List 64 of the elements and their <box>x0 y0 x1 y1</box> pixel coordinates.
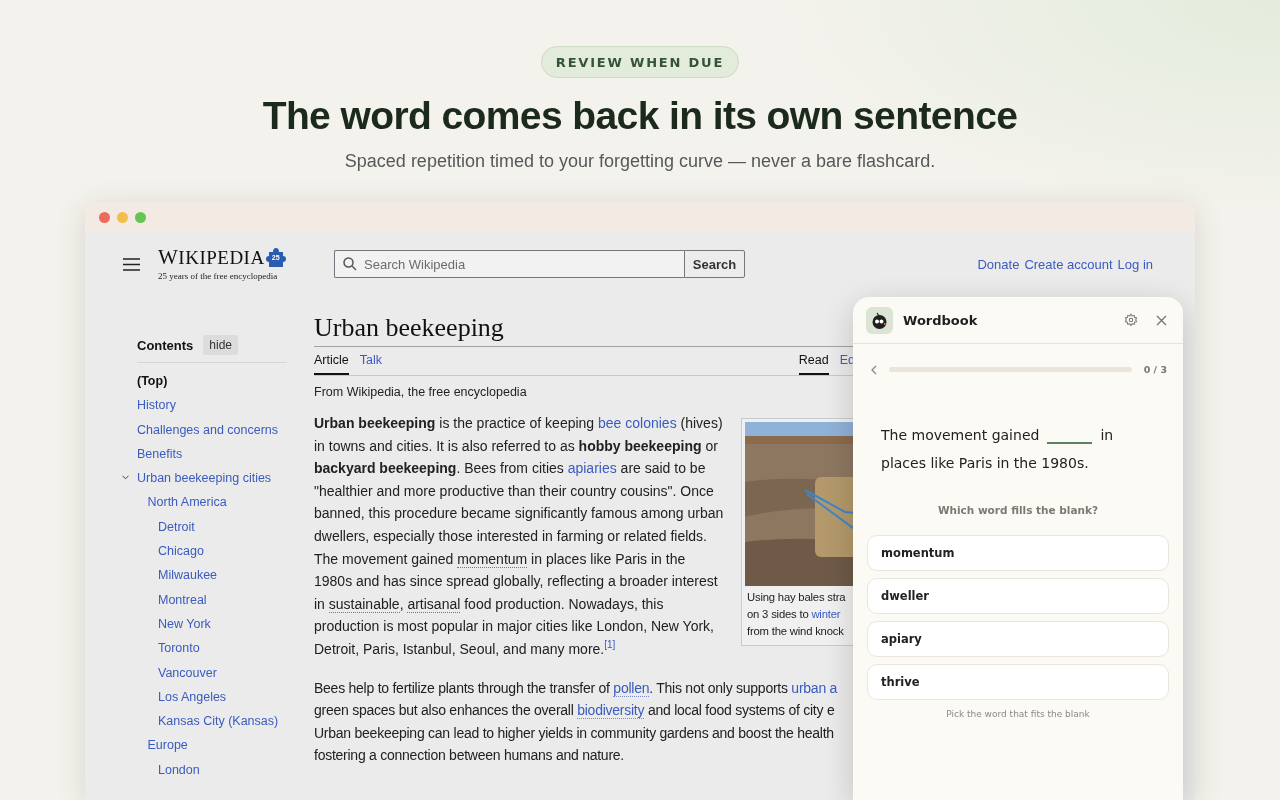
logo-wordmark[interactable]: WIKIPEDIA <box>158 246 265 268</box>
contents-item[interactable]: North America <box>147 490 227 515</box>
view-tab[interactable]: Read <box>798 347 829 375</box>
minimize-dot[interactable] <box>117 211 128 223</box>
highlighted-word[interactable]: artisanal <box>407 595 461 613</box>
hide-button[interactable]: hide <box>203 335 239 355</box>
logo-tagline: 25 years of the free encyclopedia <box>158 269 279 282</box>
header-link[interactable]: Create account <box>1024 256 1113 272</box>
link[interactable]: winter <box>811 608 841 620</box>
contents-title: Contents <box>137 337 194 353</box>
link[interactable]: bee colonies <box>598 415 677 431</box>
search-button[interactable]: Search <box>684 250 745 278</box>
settings-icon[interactable] <box>1124 313 1138 327</box>
link[interactable]: apiaries <box>567 460 617 477</box>
cloze-sentence: The movement gained in places like Paris in the 1980s. <box>880 426 1115 473</box>
search-field[interactable]: Search Wikipedia <box>334 250 684 278</box>
header-link[interactable]: Donate <box>977 256 1020 272</box>
page-tab[interactable]: Article <box>314 347 349 375</box>
contents-item[interactable]: Urban beekeeping cities <box>137 466 272 491</box>
headline: The word comes back in its own sentence <box>262 93 1018 139</box>
answer-option[interactable]: thrive <box>867 664 1169 700</box>
section-badge: REVIEW WHEN DUE <box>540 46 740 78</box>
contents-item[interactable]: History <box>137 393 176 418</box>
close-dot[interactable] <box>99 211 110 223</box>
question-text: Which word fills the blank? <box>936 504 1100 516</box>
contents-item[interactable]: Challenges and concerns <box>137 417 279 442</box>
page-tab[interactable]: Talk <box>359 347 382 375</box>
contents-item[interactable]: Kansas City (Kansas) <box>158 709 279 734</box>
search-icon <box>343 257 357 271</box>
contents-item[interactable]: Milwaukee <box>158 563 218 588</box>
article-paragraph: Urban beekeeping is the practice of keeping bee colonies (hives) in towns and cities. It is also referred to as hobby beekeeping or backyard beekeeping. Bees from cities apiaries are said to be "healthier and more productive than their country cousins". Once banned, this procedure became significantly famous among urban dwellers, especially those interested in farming or related fields. The movement gained momentum in places like Paris in the 1980s and has since spread globally, reflecting a broader interest in sustainable, artisanal food production. Nowadays, this production is most popular in major cities like London, New York, Detroit, Paris, Istanbul, Seoul, and many more.$^{[1]}$ <box>314 414 724 659</box>
contents-item[interactable]: Vancouver <box>158 660 217 685</box>
contents-item[interactable]: Montreal <box>158 587 207 612</box>
menu-icon[interactable] <box>123 257 140 271</box>
header-link[interactable]: Log in <box>1117 256 1153 272</box>
reference-link[interactable]: [1] <box>604 639 616 651</box>
progress-label: 0 / 3 <box>1143 364 1167 375</box>
figure-caption: Using hay bales stra on 3 sides to winter from the wind knock <box>746 590 847 639</box>
article-tagline: From Wikipedia, the free encyclopedia <box>314 385 528 399</box>
highlighted-word[interactable]: sustainable <box>328 595 400 613</box>
contents-item[interactable]: Toronto <box>158 636 200 661</box>
contents-item[interactable]: Detroit <box>158 514 195 540</box>
close-icon[interactable] <box>1156 314 1167 326</box>
contents-item[interactable]: Benefits <box>137 441 183 467</box>
subtitle: Spaced repetition timed to your forgetting curve — never a bare flashcard. <box>344 150 936 173</box>
bird-logo-icon <box>866 306 893 334</box>
zoom-dot[interactable] <box>135 211 146 223</box>
answer-option[interactable]: dweller <box>867 578 1169 614</box>
contents-item[interactable]: New York <box>158 611 211 637</box>
panel-title: Wordbook <box>903 312 978 328</box>
hint-text: Pick the word that fits the blank <box>945 709 1091 719</box>
contents-item[interactable]: Los Angeles <box>158 684 227 710</box>
answer-option[interactable]: apiary <box>867 621 1169 657</box>
contents-item[interactable]: Chicago <box>158 539 204 564</box>
contents-item[interactable]: London <box>158 757 200 783</box>
contents-item[interactable]: Europe <box>147 733 188 758</box>
chevron-icon[interactable] <box>122 474 129 482</box>
contents-item[interactable]: (Top) <box>137 369 168 394</box>
highlighted-word[interactable]: momentum <box>457 550 528 568</box>
highlighted-link[interactable]: biodiversity <box>577 702 645 720</box>
article-paragraph: Bees help to fertilize plants through the transfer of pollen. This not only supports urban a green spaces but also enhances the overall biodiversity and local food systems of city e Urban beekeeping can lead to higher yields in community gardens and boost the health fostering a connection between humans and nature. <box>314 678 839 766</box>
answer-option[interactable]: momentum <box>867 535 1169 571</box>
back-icon[interactable] <box>871 364 877 375</box>
link[interactable]: urban a <box>791 679 838 696</box>
